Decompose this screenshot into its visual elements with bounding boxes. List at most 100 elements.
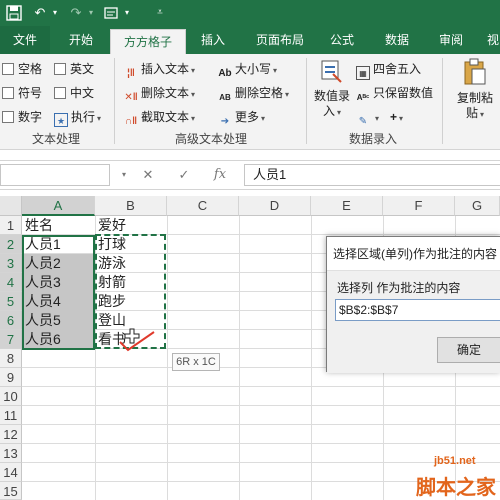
select-all-corner[interactable] bbox=[0, 196, 22, 216]
checkbox-space[interactable]: 空格 bbox=[2, 60, 42, 78]
tab-home[interactable]: 开始 bbox=[56, 26, 106, 54]
checkbox-label: 英文 bbox=[70, 62, 95, 76]
checkbox-symbol[interactable]: 符号 bbox=[2, 84, 42, 102]
checkbox-number[interactable]: 数字 bbox=[2, 108, 42, 126]
row-header[interactable]: 1 bbox=[0, 216, 22, 235]
edit-button[interactable]: ✎ ▾ bbox=[356, 108, 379, 129]
more-button[interactable]: ➔ 更多 ▾ bbox=[218, 108, 265, 129]
cell-a1[interactable]: 姓名 bbox=[22, 216, 95, 235]
chevron-down-icon: ▾ bbox=[191, 114, 196, 123]
numeric-entry-button[interactable]: 数值录 入 ▾ bbox=[312, 58, 352, 128]
column-header[interactable]: G bbox=[455, 196, 500, 216]
undo-dropdown-icon[interactable]: ▾ bbox=[50, 3, 60, 23]
numeric-entry-icon bbox=[321, 60, 342, 83]
column-header[interactable]: E bbox=[311, 196, 383, 216]
execute-icon: ★ bbox=[54, 113, 68, 127]
name-box[interactable] bbox=[0, 164, 110, 186]
checkbox-english[interactable]: 英文 bbox=[54, 60, 94, 78]
round-button[interactable]: ▦ 四舍五入 bbox=[356, 60, 421, 80]
tab-view[interactable]: 视 bbox=[482, 26, 500, 54]
copy-paste-button[interactable]: 复制粘 贴 ▾ bbox=[450, 58, 500, 128]
row-header[interactable]: 10 bbox=[0, 387, 22, 406]
range-input[interactable]: $B$2:$B$7 bbox=[335, 299, 500, 321]
checkbox-box[interactable] bbox=[54, 63, 66, 75]
cell-b1[interactable]: 爱好 bbox=[95, 216, 167, 235]
column-header[interactable]: A bbox=[22, 196, 95, 216]
column-header[interactable]: D bbox=[239, 196, 311, 216]
tab-fangfang[interactable]: 方方格子 bbox=[110, 29, 186, 54]
tab-data[interactable]: 数据 bbox=[374, 26, 420, 54]
customize-qat-icon[interactable]: ⩡ bbox=[152, 3, 168, 23]
tab-page-layout[interactable]: 页面布局 bbox=[244, 26, 316, 54]
save-icon[interactable] bbox=[4, 3, 24, 23]
row-header[interactable]: 15 bbox=[0, 482, 22, 500]
gridline bbox=[22, 443, 500, 444]
watermark: jb51.net 脚本之家 bbox=[400, 455, 500, 500]
insert-function-button[interactable]: fx bbox=[210, 165, 230, 185]
row-header[interactable]: 14 bbox=[0, 463, 22, 482]
formula-bar: ▾ ✕ ✓ fx 人员1 bbox=[0, 160, 500, 190]
checkbox-label: 符号 bbox=[18, 86, 43, 100]
button-label: 贴 bbox=[465, 106, 478, 120]
round-icon: ▦ bbox=[356, 66, 370, 80]
row-header[interactable]: 7 bbox=[0, 330, 22, 349]
row-header[interactable]: 5 bbox=[0, 292, 22, 311]
checkbox-box[interactable] bbox=[2, 63, 14, 75]
row-header[interactable]: 8 bbox=[0, 349, 22, 368]
insert-text-button[interactable]: ¦‖ 插入文本 ▾ bbox=[124, 60, 195, 81]
clipboard-icon bbox=[464, 58, 486, 85]
extract-text-icon: ∩‖ bbox=[124, 116, 138, 127]
extract-text-button[interactable]: ∩‖ 截取文本 ▾ bbox=[124, 108, 195, 129]
ribbon-gap bbox=[0, 150, 500, 160]
redo-dropdown-icon[interactable]: ▾ bbox=[86, 3, 96, 23]
plus-button[interactable]: + ▾ bbox=[390, 108, 403, 128]
tab-insert[interactable]: 插入 bbox=[190, 26, 236, 54]
ribbon: 空格 英文 符号 中文 数字 ★ 执行 ▾ 文本处理 ¦‖ 插入文本 ▾ ✕‖ 删除文本 ▾… bbox=[0, 54, 500, 150]
row-header[interactable]: 11 bbox=[0, 406, 22, 425]
tab-review[interactable]: 审阅 bbox=[428, 26, 474, 54]
checkbox-box[interactable] bbox=[2, 111, 14, 123]
gridline bbox=[311, 216, 312, 500]
formula-input[interactable]: 人员1 bbox=[244, 164, 500, 186]
column-header[interactable]: B bbox=[95, 196, 167, 216]
row-header[interactable]: 4 bbox=[0, 273, 22, 292]
checkbox-box[interactable] bbox=[54, 87, 66, 99]
row-header[interactable]: 2 bbox=[0, 235, 22, 254]
checkbox-chinese[interactable]: 中文 bbox=[54, 84, 94, 102]
ok-button[interactable]: 确定 bbox=[437, 337, 500, 363]
undo-icon[interactable]: ↶ bbox=[30, 3, 50, 23]
keep-value-icon: Aᴮᶜ bbox=[356, 93, 370, 102]
chevron-down-icon: ▾ bbox=[285, 90, 290, 99]
keep-value-button[interactable]: Aᴮᶜ 只保留数值 bbox=[356, 84, 433, 105]
button-label: 四舍五入 bbox=[373, 62, 422, 76]
case-button[interactable]: Ab 大小写 ▾ bbox=[218, 60, 277, 81]
chevron-down-icon: ▾ bbox=[97, 114, 102, 123]
column-header[interactable]: C bbox=[167, 196, 239, 216]
row-header[interactable]: 3 bbox=[0, 254, 22, 273]
remove-space-button[interactable]: AB 删除空格 ▾ bbox=[218, 84, 289, 105]
column-header[interactable]: F bbox=[383, 196, 455, 216]
group-label-advanced-text: 高级文本处理 bbox=[174, 132, 247, 146]
quick-tool-dropdown-icon[interactable]: ▾ bbox=[122, 3, 132, 23]
quick-tool-icon[interactable] bbox=[102, 3, 124, 23]
row-header[interactable]: 13 bbox=[0, 444, 22, 463]
tab-formulas[interactable]: 公式 bbox=[320, 26, 364, 54]
confirm-icon[interactable]: ✓ bbox=[174, 165, 194, 185]
checkbox-box[interactable] bbox=[2, 87, 14, 99]
chevron-down-icon: ▾ bbox=[337, 108, 342, 117]
row-header[interactable]: 6 bbox=[0, 311, 22, 330]
chevron-down-icon: ▾ bbox=[261, 114, 266, 123]
redo-icon[interactable]: ↷ bbox=[66, 3, 86, 23]
row-header[interactable]: 12 bbox=[0, 425, 22, 444]
delete-text-button[interactable]: ✕‖ 删除文本 ▾ bbox=[124, 84, 195, 105]
cancel-icon[interactable]: ✕ bbox=[138, 165, 158, 185]
execute-button[interactable]: ★ 执行 ▾ bbox=[54, 108, 101, 128]
gridline bbox=[239, 216, 240, 500]
row-header[interactable]: 9 bbox=[0, 368, 22, 387]
button-label: 入 bbox=[322, 104, 335, 118]
gridline bbox=[22, 424, 500, 425]
gridline bbox=[167, 216, 168, 500]
dialog-label: 选择列 作为批注的内容 bbox=[337, 281, 461, 295]
tab-file[interactable]: 文件 bbox=[0, 26, 50, 54]
namebox-dropdown-icon[interactable]: ▾ bbox=[114, 165, 134, 185]
